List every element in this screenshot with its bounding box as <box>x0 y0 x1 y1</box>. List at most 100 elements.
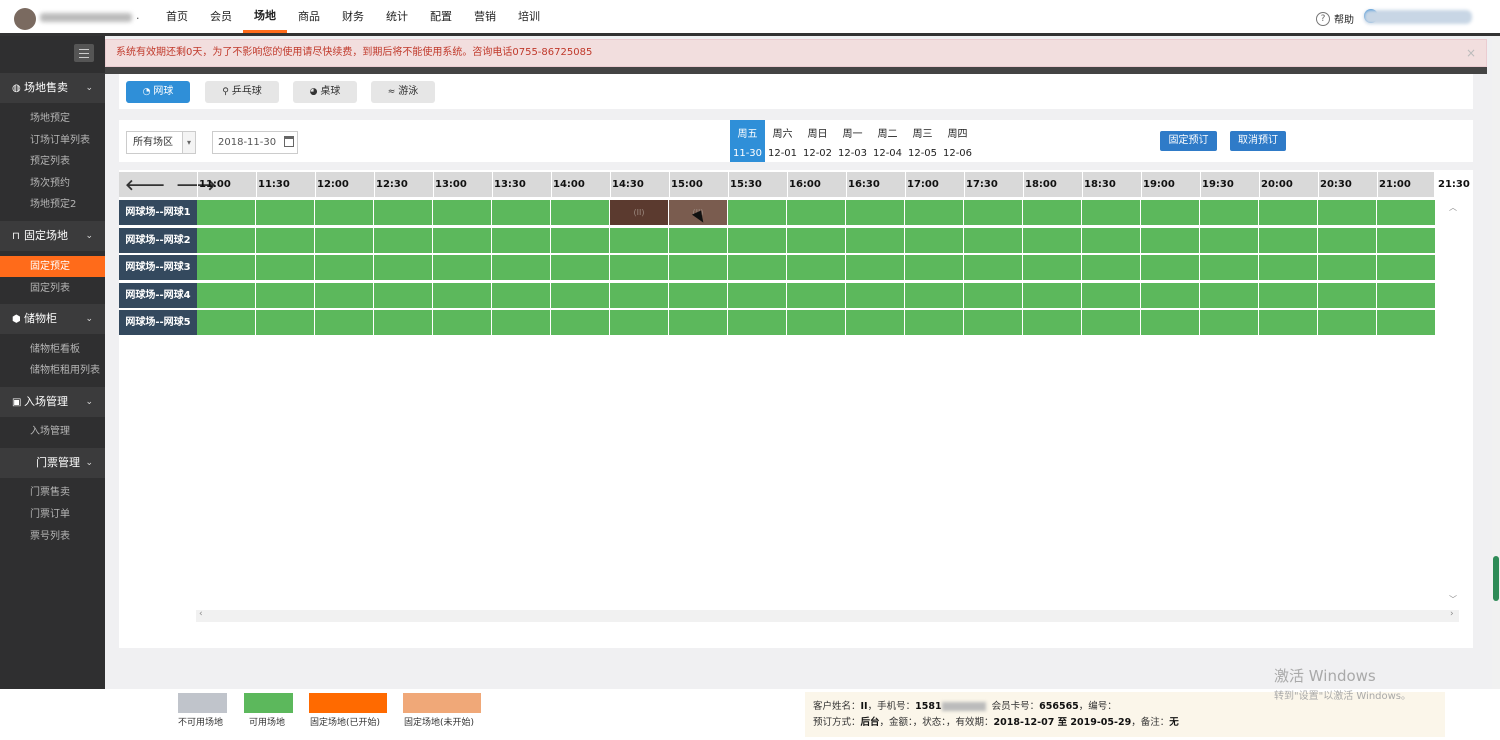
scroll-right-icon[interactable]: › <box>1450 609 1454 619</box>
sport-tab[interactable]: ⚲ 乒乓球 <box>205 81 279 103</box>
nav-item[interactable]: 统计 <box>375 0 419 33</box>
court-slot[interactable] <box>1259 310 1318 335</box>
sidebar-item[interactable]: 固定列表 <box>0 278 105 299</box>
court-slot[interactable] <box>1377 255 1436 280</box>
court-slot[interactable] <box>315 200 374 225</box>
court-slot[interactable] <box>1141 310 1200 335</box>
sidebar-item[interactable]: 预定列表 <box>0 151 105 172</box>
court-slot[interactable] <box>1318 227 1377 253</box>
court-slot[interactable] <box>551 227 610 253</box>
court-slot[interactable] <box>197 255 256 280</box>
date-input[interactable]: 2018-11-30 <box>212 131 298 154</box>
court-slot[interactable] <box>846 255 905 280</box>
court-slot[interactable] <box>1259 200 1318 225</box>
sidebar-group[interactable]: ◍ 场地售卖 ⌄ <box>0 73 105 103</box>
sidebar-item[interactable]: 场次预约 <box>0 173 105 194</box>
court-slot[interactable] <box>787 310 846 335</box>
close-icon[interactable]: × <box>1466 40 1476 66</box>
court-slot[interactable] <box>1023 310 1082 335</box>
court-slot[interactable] <box>1023 255 1082 280</box>
day-tab[interactable]: 周日 12-02 <box>800 120 835 162</box>
nav-item[interactable]: 营销 <box>463 0 507 33</box>
court-slot[interactable] <box>197 227 256 253</box>
court-slot[interactable] <box>1377 282 1436 308</box>
court-slot[interactable] <box>433 227 492 253</box>
court-slot[interactable] <box>197 310 256 335</box>
sidebar-group[interactable]: 门票管理 ⌄ <box>0 448 105 478</box>
nav-item[interactable]: 场地 <box>243 0 287 33</box>
court-slot[interactable] <box>197 200 256 225</box>
court-slot[interactable] <box>1200 255 1259 280</box>
court-slot[interactable] <box>964 255 1023 280</box>
court-slot[interactable] <box>1082 200 1141 225</box>
court-slot[interactable] <box>1141 282 1200 308</box>
court-slot[interactable] <box>728 310 787 335</box>
court-slot[interactable] <box>1023 282 1082 308</box>
court-slot[interactable] <box>1141 200 1200 225</box>
court-slot[interactable] <box>1200 282 1259 308</box>
area-select[interactable]: 所有场区 ▾ <box>126 131 196 154</box>
court-slot[interactable] <box>787 200 846 225</box>
sidebar-group[interactable]: ▣ 入场管理 ⌄ <box>0 387 105 417</box>
court-slot[interactable] <box>1200 310 1259 335</box>
court-slot[interactable] <box>256 255 315 280</box>
nav-item[interactable]: 会员 <box>199 0 243 33</box>
court-slot[interactable] <box>1259 255 1318 280</box>
court-slot[interactable] <box>374 310 433 335</box>
nav-item[interactable]: 配置 <box>419 0 463 33</box>
court-slot[interactable] <box>1023 227 1082 253</box>
day-tab[interactable]: 周一 12-03 <box>835 120 870 162</box>
scroll-left-icon[interactable]: ‹ <box>199 609 203 619</box>
court-slot[interactable] <box>1259 282 1318 308</box>
court-slot[interactable] <box>1200 200 1259 225</box>
nav-item[interactable]: 财务 <box>331 0 375 33</box>
court-slot[interactable] <box>669 227 728 253</box>
court-slot[interactable] <box>256 310 315 335</box>
sidebar-item[interactable]: 储物柜看板 <box>0 339 105 360</box>
court-slot[interactable] <box>374 255 433 280</box>
sidebar-item[interactable]: 票号列表 <box>0 526 105 547</box>
help-link[interactable]: ? 帮助 <box>1316 11 1354 26</box>
court-slot[interactable] <box>787 282 846 308</box>
court-slot[interactable] <box>669 310 728 335</box>
court-slot[interactable] <box>256 282 315 308</box>
court-slot[interactable] <box>1318 282 1377 308</box>
scroll-down-icon[interactable]: ﹀ <box>1449 594 1457 605</box>
court-slot[interactable] <box>905 310 964 335</box>
court-slot[interactable] <box>1318 255 1377 280</box>
court-slot[interactable] <box>905 282 964 308</box>
sidebar-item[interactable]: 场地预定2 <box>0 194 105 215</box>
sidebar-item[interactable]: 储物柜租用列表 <box>0 360 105 381</box>
court-slot[interactable] <box>492 255 551 280</box>
court-slot[interactable] <box>1141 255 1200 280</box>
court-slot[interactable] <box>315 282 374 308</box>
court-slot[interactable] <box>1200 227 1259 253</box>
court-slot[interactable] <box>197 282 256 308</box>
court-slot[interactable] <box>610 310 669 335</box>
court-slot[interactable] <box>492 200 551 225</box>
court-slot[interactable] <box>728 255 787 280</box>
court-slot[interactable] <box>1082 255 1141 280</box>
court-slot[interactable] <box>315 227 374 253</box>
court-slot[interactable] <box>787 227 846 253</box>
court-slot[interactable] <box>846 310 905 335</box>
court-slot[interactable] <box>964 200 1023 225</box>
court-slot[interactable] <box>315 310 374 335</box>
court-slot[interactable] <box>551 255 610 280</box>
court-slot[interactable] <box>1082 227 1141 253</box>
court-slot[interactable] <box>433 310 492 335</box>
menu-toggle-icon[interactable] <box>74 44 94 62</box>
fixed-book-button[interactable]: 固定预订 <box>1160 131 1217 151</box>
booked-slot[interactable]: (II) <box>610 200 669 225</box>
court-slot[interactable] <box>669 255 728 280</box>
sidebar-group[interactable]: ⊓ 固定场地 ⌄ <box>0 221 105 251</box>
sidebar-item[interactable]: 场地预定 <box>0 108 105 129</box>
court-slot[interactable] <box>846 200 905 225</box>
day-tab[interactable]: 周二 12-04 <box>870 120 905 162</box>
day-tab[interactable]: 周五 11-30 <box>730 120 765 162</box>
court-slot[interactable] <box>610 255 669 280</box>
court-slot[interactable] <box>1377 310 1436 335</box>
court-slot[interactable] <box>433 200 492 225</box>
court-slot[interactable] <box>1377 227 1436 253</box>
court-slot[interactable] <box>374 227 433 253</box>
